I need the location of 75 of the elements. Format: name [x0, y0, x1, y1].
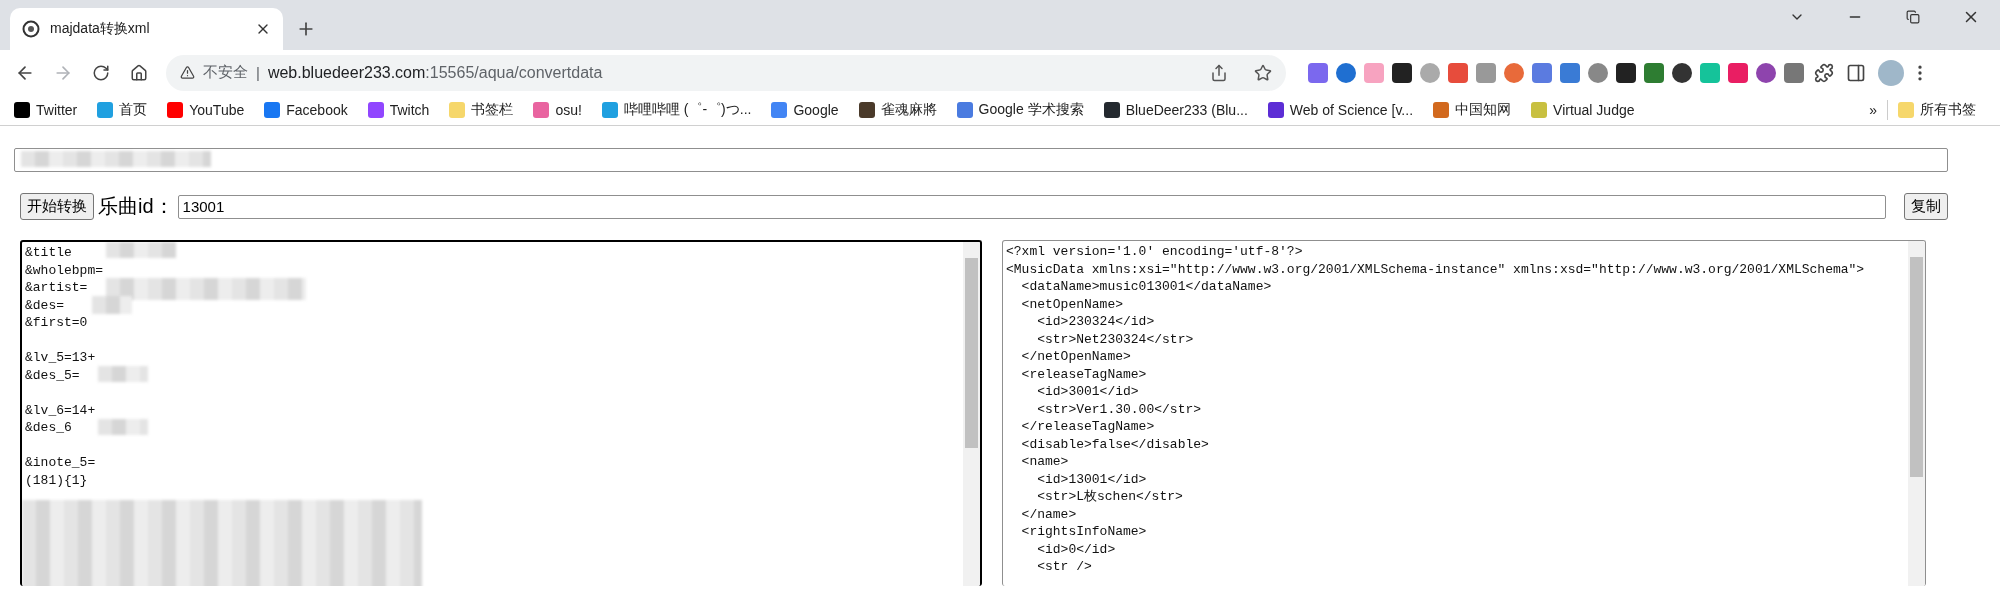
code-line: &artist=: [25, 279, 88, 297]
separator: |: [256, 64, 260, 81]
code-line: </releaseTagName>: [1020, 418, 1155, 436]
bookmark[interactable]: 哔哩哔哩 (゜-゜)つ...: [591, 96, 762, 124]
code-line: <id>13001</id>: [1036, 470, 1147, 488]
id-label: 乐曲id：: [98, 194, 174, 219]
code-line: <disable>false</disable>: [1020, 435, 1209, 453]
side-panel-icon[interactable]: [1846, 62, 1866, 83]
code-line: <dataName>music013001</dataName>: [1020, 278, 1272, 296]
code-line: <name>: [1020, 453, 1069, 471]
code-line: <netOpenName>: [1020, 295, 1124, 313]
code-line: <releaseTagName>: [1020, 365, 1147, 383]
code-line: (181){1}: [25, 471, 88, 489]
code-line: <id>230324</id>: [1036, 313, 1155, 331]
browser-tab[interactable]: majdata转换xml: [10, 8, 283, 50]
extension-icon[interactable]: [1672, 62, 1692, 83]
code-line: <rightsInfoName>: [1020, 523, 1147, 541]
convert-button[interactable]: 开始转换: [20, 193, 94, 220]
text-field[interactable]: [14, 148, 1948, 172]
bookmark[interactable]: Google 学术搜索: [946, 96, 1094, 124]
id-field[interactable]: 13001: [177, 194, 1886, 219]
overflow-chevron[interactable]: »: [1859, 96, 1887, 124]
code-line: <str>Net230324</str>: [1036, 330, 1194, 348]
bookmark[interactable]: BlueDeer233 (Blu...: [1093, 96, 1258, 124]
code-line: &des=: [25, 296, 64, 314]
share-icon[interactable]: [1210, 63, 1228, 82]
bookmark[interactable]: YouTube: [157, 96, 255, 124]
security-label: 不安全: [203, 63, 248, 82]
extension-icon[interactable]: [1616, 62, 1636, 83]
code-line: </name>: [1020, 505, 1077, 523]
blurred-text: [98, 366, 148, 382]
bookmark[interactable]: Twitch: [357, 96, 440, 124]
address-bar[interactable]: 不安全 | web.bluedeer233.com:15565/aqua/convertdata: [166, 54, 1286, 91]
blurred-text: [98, 419, 148, 435]
code-line: &inote_5=: [25, 454, 96, 472]
url-text: web.bluedeer233.com:15565/aqua/convertdata: [267, 63, 604, 82]
blurred-text: [106, 242, 176, 258]
bookmark[interactable]: Facebook: [254, 96, 358, 124]
code-line: &des_5=: [25, 366, 80, 384]
copy-button[interactable]: 复制: [1904, 193, 1948, 220]
code-line: <str>L枚schen</str>: [1036, 488, 1183, 506]
code-line: <id>3001</id>: [1036, 383, 1139, 401]
scrollbar[interactable]: [1908, 241, 1925, 586]
home-icon[interactable]: [130, 63, 148, 82]
code-line: <id>0</id>: [1036, 540, 1116, 558]
bookmark[interactable]: 所有书签: [1888, 96, 1986, 124]
source-textarea[interactable]: &title &wholebpm= &artist= &des= &first=0 &lv_5=13+ &des_5= &lv_6=14+ &des_6 &inote_5= (181){1}: [20, 240, 982, 586]
reload-icon[interactable]: [92, 63, 110, 82]
code-line: &des_6: [25, 419, 72, 437]
code-line: <?xml version='1.0' encoding='utf-8'?>: [1006, 243, 1303, 261]
bookmark[interactable]: 首页: [87, 96, 158, 124]
code-line: <MusicData xmlns:xsi="http://www.w3.org/2001/XMLSchema-instance" xmlns:xsd="http://www.w3.org/2001/XMLSchema">: [1006, 260, 1865, 278]
code-line: <str />: [1036, 558, 1092, 576]
code-line: </netOpenName>: [1020, 348, 1131, 366]
code-line: &first=0: [25, 314, 88, 332]
bookmark[interactable]: 雀魂麻將: [848, 96, 947, 124]
scrollbar[interactable]: [963, 242, 980, 586]
code-line: &title: [25, 244, 72, 262]
warning-icon: [180, 65, 195, 80]
bookmark[interactable]: Twitter: [4, 96, 88, 124]
bookmark[interactable]: 书签栏: [439, 96, 524, 124]
code-line: <str>Ver1.30.00</str>: [1036, 400, 1202, 418]
bookmark[interactable]: Web of Science [v...: [1257, 96, 1424, 124]
extension-icon[interactable]: [1392, 62, 1412, 83]
output-textarea[interactable]: [1002, 240, 1926, 586]
star-icon[interactable]: [1254, 63, 1272, 82]
bookmark[interactable]: Google: [761, 96, 849, 124]
bookmark[interactable]: 中国知网: [1423, 96, 1522, 124]
code-line: &lv_6=14+: [25, 401, 96, 419]
bookmark[interactable]: osu!: [523, 96, 592, 124]
bookmark[interactable]: Virtual Judge: [1521, 96, 1645, 124]
restore-icon[interactable]: [1906, 10, 1920, 24]
code-line: &lv_5=13+: [25, 349, 96, 367]
puzzle-icon[interactable]: [1814, 62, 1834, 83]
code-line: &wholebpm=: [25, 261, 103, 279]
